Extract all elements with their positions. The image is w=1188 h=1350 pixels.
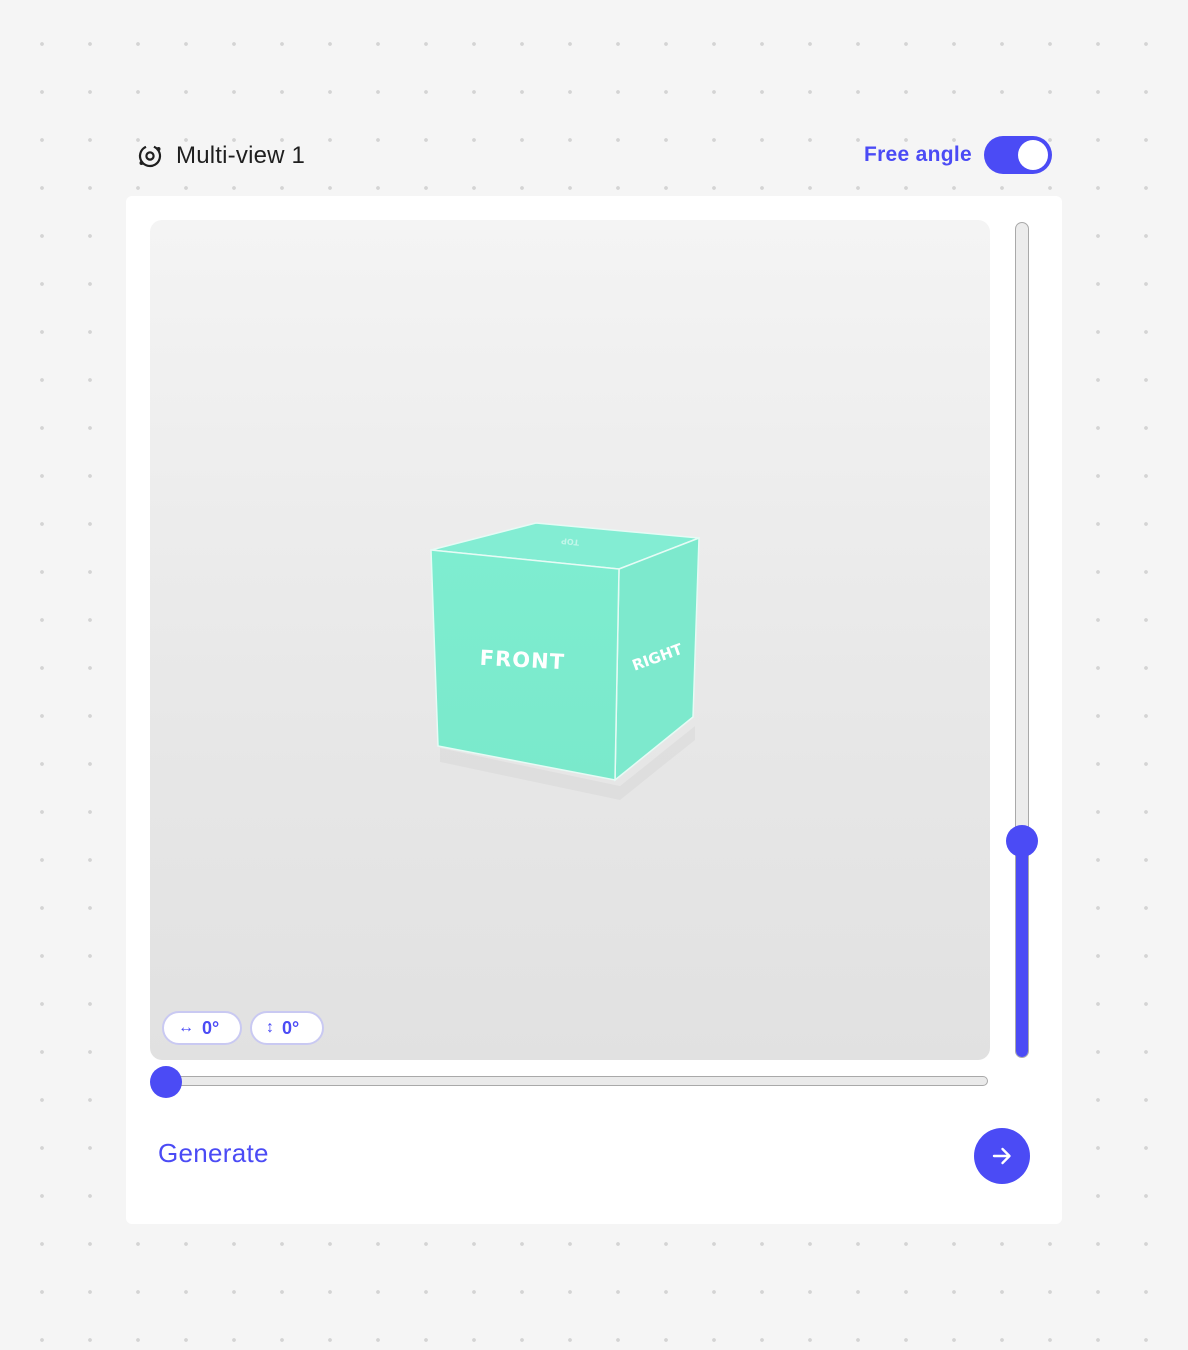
free-angle-toggle[interactable] [984,136,1052,174]
cube-front-label: FRONT [479,646,565,674]
vertical-slider-fill [1016,837,1028,1057]
vertical-slider-track [1015,222,1029,1058]
horizontal-angle-slider[interactable] [150,1066,990,1098]
horizontal-slider-thumb[interactable] [150,1066,182,1098]
toggle-knob [1018,140,1048,170]
free-angle-label: Free angle [863,143,972,166]
3d-viewport[interactable]: FRONT RIGHT TOP ↔ 0° ↕ 0° [150,220,990,1060]
node-header: Multi-view 1 Free angle [126,130,1062,182]
cube-preview: FRONT RIGHT TOP [430,522,700,782]
vertical-angle-value: 0° [282,1017,300,1038]
free-angle-control: Free angle [864,136,1052,174]
horizontal-angle-chip: ↔ 0° [162,1011,242,1045]
orbit-camera-icon [138,144,162,168]
submit-button[interactable] [974,1128,1030,1184]
multi-view-card: FRONT RIGHT TOP ↔ 0° ↕ 0° Generate [126,196,1062,1224]
vertical-angle-chip: ↕ 0° [250,1011,324,1045]
arrow-right-icon [992,1147,1011,1165]
cube-top-label: TOP [561,536,580,547]
horizontal-slider-track [166,1076,988,1086]
horizontal-arrows-icon: ↔ [178,1019,194,1036]
generate-button[interactable]: Generate [158,1138,269,1169]
vertical-slider-thumb[interactable] [1006,824,1038,857]
vertical-arrows-icon: ↕ [266,1019,274,1036]
node-title-group: Multi-view 1 [136,142,305,170]
vertical-angle-slider[interactable] [1006,220,1038,1060]
node-title: Multi-view 1 [176,142,306,169]
horizontal-angle-value: 0° [202,1017,220,1038]
